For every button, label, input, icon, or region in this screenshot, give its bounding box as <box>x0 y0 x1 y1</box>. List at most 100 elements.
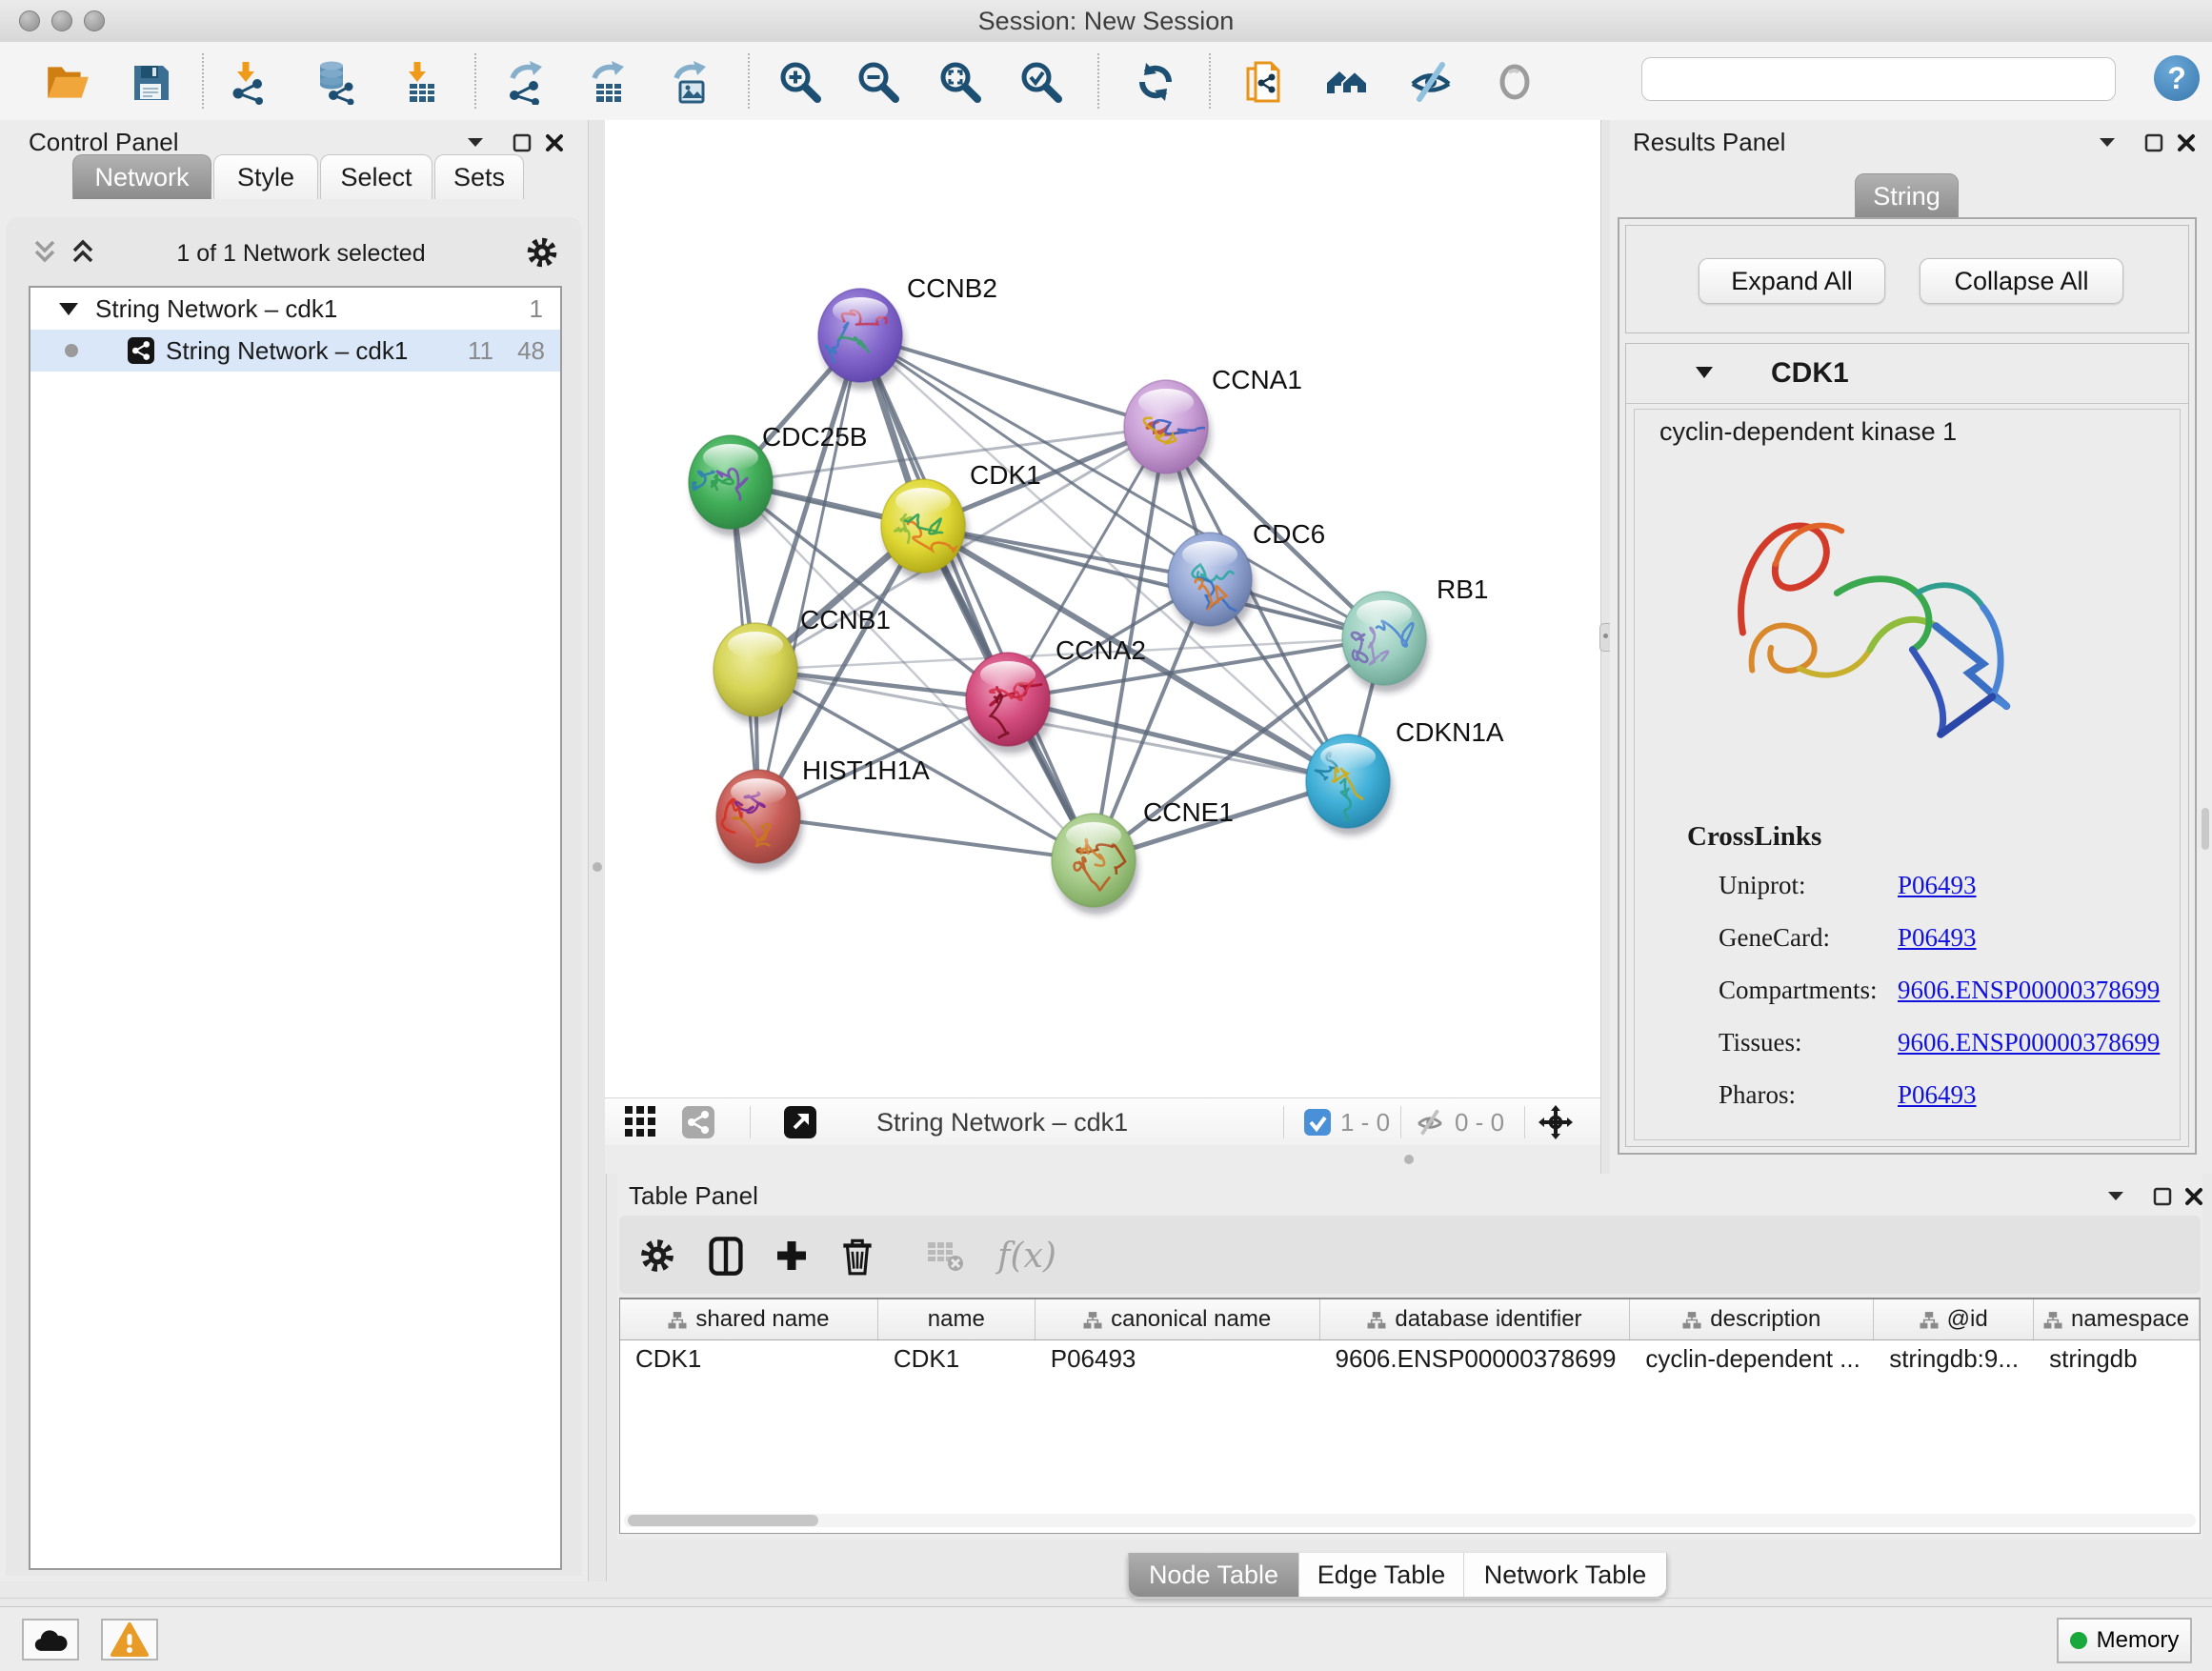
control-panel-close-button[interactable] <box>545 133 564 152</box>
crosslink-link[interactable]: P06493 <box>1898 871 1977 900</box>
help-button[interactable]: ? <box>2154 55 2200 101</box>
hscrollbar-thumb[interactable] <box>628 1515 818 1526</box>
table-settings-button[interactable] <box>631 1229 684 1282</box>
network-canvas[interactable]: CCNB2CCNA1CDC25BCDK1CDC6RB1CCNB1CCNA2CDK… <box>605 120 1600 1097</box>
zoom-selected-button[interactable] <box>1014 54 1069 110</box>
node-CCNB2[interactable] <box>818 289 905 390</box>
ctab-sets[interactable]: Sets <box>434 154 524 199</box>
ctab-style[interactable]: Style <box>213 154 318 199</box>
column-header-description[interactable]: description <box>1630 1299 1874 1339</box>
edge-CCNA2-CDKN1A[interactable] <box>1008 699 1348 781</box>
grid-view-button[interactable] <box>625 1106 657 1138</box>
results-scrollbar-thumb[interactable] <box>2202 808 2209 850</box>
column-header-namespace[interactable]: namespace <box>2034 1299 2200 1339</box>
results-tab-string[interactable]: String <box>1855 173 1959 219</box>
node-HIST1H1A[interactable] <box>716 770 803 871</box>
network-style-view-button[interactable] <box>682 1106 714 1138</box>
crosslink-link[interactable]: 9606.ENSP00000378699 <box>1898 1028 2160 1057</box>
column-header-@id[interactable]: @id <box>1874 1299 2034 1339</box>
table-cell[interactable]: 9606.ENSP00000378699 <box>1320 1340 1631 1377</box>
table-cell[interactable]: CDK1 <box>878 1340 1036 1377</box>
collapse-all-networks-button[interactable] <box>32 238 57 265</box>
cloud-status-button[interactable] <box>22 1619 79 1661</box>
node-CDKN1A[interactable] <box>1306 735 1393 836</box>
delete-table-button-disabled[interactable] <box>918 1229 972 1282</box>
btab-node-table[interactable]: Node Table <box>1129 1553 1298 1597</box>
export-image-button[interactable] <box>664 54 719 110</box>
table-cell[interactable]: stringdb:9... <box>1874 1340 2034 1377</box>
show-home-button[interactable] <box>1319 54 1375 110</box>
search-input[interactable] <box>1641 57 2116 101</box>
crosslink-link[interactable]: P06493 <box>1898 923 1977 953</box>
column-header-shared-name[interactable]: shared name <box>620 1299 878 1339</box>
crosslink-link[interactable]: 9606.ENSP00000378699 <box>1898 976 2160 1005</box>
hidden-eye-icon[interactable] <box>1415 1108 1445 1137</box>
horizontal-splitter[interactable] <box>605 1145 1600 1174</box>
create-column-button[interactable] <box>765 1229 818 1282</box>
edge-HIST1H1A-CCNE1[interactable] <box>758 816 1094 860</box>
collapse-all-button[interactable]: Collapse All <box>1920 258 2123 304</box>
results-panel-close-button[interactable] <box>2177 133 2196 152</box>
table-cell[interactable]: CDK1 <box>620 1340 878 1377</box>
open-session-button[interactable] <box>39 54 94 110</box>
refresh-button[interactable] <box>1128 54 1183 110</box>
export-network-button[interactable] <box>500 54 555 110</box>
hide-selected-button[interactable] <box>1403 54 1458 110</box>
zoom-fit-button[interactable] <box>933 54 988 110</box>
ctab-select[interactable]: Select <box>320 154 432 199</box>
expand-all-button[interactable]: Expand All <box>1699 258 1885 304</box>
left-splitter[interactable] <box>588 120 607 1581</box>
birdseye-view-button[interactable] <box>784 1106 816 1138</box>
pan-crosshair-button[interactable] <box>1538 1105 1573 1139</box>
table-panel-float-button[interactable] <box>2153 1187 2172 1206</box>
node-CCNA1[interactable] <box>1124 380 1215 481</box>
disclosure-triangle-icon[interactable] <box>1696 367 1713 378</box>
import-table-file-button[interactable] <box>393 54 449 110</box>
edge-CCNB2-CCNA1[interactable] <box>860 335 1166 427</box>
table-row[interactable]: CDK1CDK1P064939606.ENSP00000378699cyclin… <box>620 1340 2200 1377</box>
table-panel-menu-button[interactable] <box>2106 1189 2125 1202</box>
node-CDK1[interactable] <box>881 479 968 580</box>
import-network-file-button[interactable] <box>222 54 277 110</box>
network-collection-row[interactable]: String Network – cdk1 1 <box>30 288 560 330</box>
zoom-in-button[interactable] <box>773 54 828 110</box>
table-panel-close-button[interactable] <box>2184 1187 2203 1206</box>
selected-checkbox-icon[interactable] <box>1304 1109 1331 1136</box>
ctab-network[interactable]: Network <box>72 154 211 199</box>
gene-section-header[interactable]: CDK1 <box>1626 344 2188 404</box>
table-hscrollbar[interactable] <box>624 1514 2196 1527</box>
results-panel-menu-button[interactable] <box>2098 135 2117 149</box>
table-cell[interactable]: cyclin-dependent ... <box>1630 1340 1874 1377</box>
btab-network-table[interactable]: Network Table <box>1463 1553 1666 1597</box>
zoom-out-button[interactable] <box>851 54 906 110</box>
new-session-from-network-button[interactable] <box>1237 54 1293 110</box>
network-row-selected[interactable]: String Network – cdk1 11 48 <box>30 330 560 372</box>
splitter-handle[interactable] <box>593 862 602 872</box>
export-table-button[interactable] <box>582 54 637 110</box>
save-session-button[interactable] <box>123 54 178 110</box>
memory-button[interactable]: Memory <box>2057 1618 2192 1663</box>
table-cell[interactable]: stringdb <box>2034 1340 2200 1377</box>
splitter-handle[interactable] <box>1404 1155 1414 1164</box>
import-network-database-button[interactable] <box>308 54 363 110</box>
btab-edge-table[interactable]: Edge Table <box>1298 1553 1463 1597</box>
expand-all-networks-button[interactable] <box>70 238 95 265</box>
show-columns-button[interactable] <box>699 1229 753 1282</box>
network-options-gear-button[interactable] <box>524 234 560 271</box>
node-RB1[interactable] <box>1342 592 1429 693</box>
column-header-name[interactable]: name <box>878 1299 1036 1339</box>
show-hidden-button[interactable] <box>1487 54 1542 110</box>
results-panel-float-button[interactable] <box>2144 133 2163 152</box>
node-CCNB1[interactable] <box>714 623 800 724</box>
delete-columns-button[interactable] <box>831 1229 884 1282</box>
node-CCNE1[interactable] <box>1052 814 1138 915</box>
table-cell[interactable]: P06493 <box>1036 1340 1320 1377</box>
node-CCNA2[interactable] <box>966 653 1053 754</box>
column-header-database-identifier[interactable]: database identifier <box>1320 1299 1631 1339</box>
control-panel-menu-button[interactable] <box>466 135 485 149</box>
column-header-canonical-name[interactable]: canonical name <box>1036 1299 1320 1339</box>
crosslink-link[interactable]: P06493 <box>1898 1080 1977 1110</box>
warnings-button[interactable] <box>101 1619 158 1661</box>
disclosure-triangle-icon[interactable] <box>59 303 78 315</box>
edge-CCNB2-HIST1H1A[interactable] <box>758 335 860 816</box>
